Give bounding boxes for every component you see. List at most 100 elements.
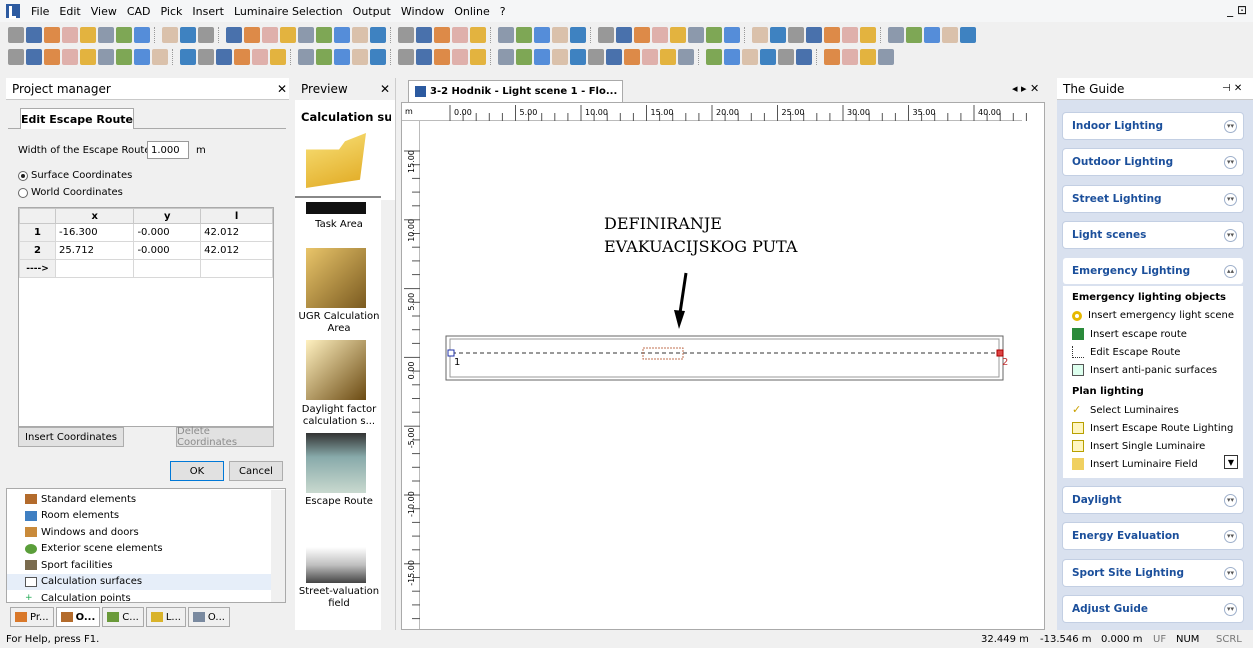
- toolbar-button-icon[interactable]: [370, 48, 386, 65]
- toolbar-button-icon[interactable]: [942, 26, 958, 43]
- tab-luminaires[interactable]: L...: [145, 607, 186, 627]
- preview-close-icon[interactable]: ✕: [380, 82, 390, 96]
- toolbar-button-icon[interactable]: [598, 26, 614, 43]
- cell-x[interactable]: [54, 259, 135, 278]
- guide-section-light-scenes[interactable]: Light scenes ▾▾: [1063, 222, 1243, 248]
- toolbar-button-icon[interactable]: [606, 48, 622, 65]
- guide-link-escape-route-lighting[interactable]: Insert Escape Route Lighting: [1072, 422, 1233, 434]
- toolbar-button-icon[interactable]: [44, 48, 60, 65]
- preview-item-street[interactable]: Street-valuation field: [297, 586, 381, 610]
- toolbar-button-icon[interactable]: [688, 26, 704, 43]
- expand-chevron-icon[interactable]: ▾▾: [1224, 493, 1237, 507]
- drawing-tab[interactable]: 3-2 Hodnik - Light scene 1 - Flo...: [408, 80, 623, 102]
- toolbar-button-icon[interactable]: [134, 26, 150, 43]
- toolbar-button-icon[interactable]: [498, 48, 514, 65]
- preview-item-task-area[interactable]: Task Area: [297, 219, 381, 231]
- expand-chevron-icon[interactable]: ▾▾: [1224, 119, 1237, 133]
- expand-chevron-icon[interactable]: ▾▾: [1224, 228, 1237, 242]
- toolbar-button-icon[interactable]: [416, 48, 432, 65]
- menu-pick[interactable]: Pick: [156, 5, 188, 18]
- toolbar-button-icon[interactable]: [98, 48, 114, 65]
- tab-objects[interactable]: O...: [55, 607, 101, 627]
- toolbar-button-icon[interactable]: [180, 26, 196, 43]
- menu-edit[interactable]: Edit: [54, 5, 85, 18]
- toolbar-button-icon[interactable]: [670, 26, 686, 43]
- guide-section-sport[interactable]: Sport Site Lighting ▾▾: [1063, 560, 1243, 586]
- guide-link-single-luminaire[interactable]: Insert Single Luminaire: [1072, 440, 1205, 452]
- delete-coordinates-button[interactable]: Delete Coordinates: [176, 426, 274, 448]
- toolbar-button-icon[interactable]: [226, 26, 242, 43]
- toolbar-button-icon[interactable]: [298, 48, 314, 65]
- tree-item-room-elements[interactable]: Room elements: [7, 508, 285, 525]
- menu-online[interactable]: Online: [449, 5, 494, 18]
- toolbar-button-icon[interactable]: [152, 48, 168, 65]
- toolbar-button-icon[interactable]: [316, 26, 332, 43]
- guide-section-street[interactable]: Street Lighting ▾▾: [1063, 186, 1243, 212]
- toolbar-button-icon[interactable]: [452, 26, 468, 43]
- guide-link-edit-escape-route[interactable]: Edit Escape Route: [1072, 346, 1180, 358]
- guide-section-indoor[interactable]: Indoor Lighting ▾▾: [1063, 113, 1243, 139]
- tree-item-exterior[interactable]: Exterior scene elements: [7, 541, 285, 558]
- menu-insert[interactable]: Insert: [187, 5, 229, 18]
- toolbar-button-icon[interactable]: [434, 26, 450, 43]
- ugr-area-thumbnail[interactable]: [306, 248, 366, 308]
- toolbar-button-icon[interactable]: [516, 26, 532, 43]
- tab-project[interactable]: Pr...: [10, 607, 54, 627]
- toolbar-button-icon[interactable]: [44, 26, 60, 43]
- toolbar-button-icon[interactable]: [652, 26, 668, 43]
- toolbar-button-icon[interactable]: [624, 48, 640, 65]
- guide-link-anti-panic[interactable]: Insert anti-panic surfaces: [1072, 364, 1217, 376]
- toolbar-button-icon[interactable]: [134, 48, 150, 65]
- route-point-handle[interactable]: [996, 349, 1004, 357]
- guide-section-daylight[interactable]: Daylight ▾▾: [1063, 487, 1243, 513]
- toolbar-button-icon[interactable]: [552, 26, 568, 43]
- preview-item-escape-route[interactable]: Escape Route: [297, 496, 381, 508]
- toolbar-button-icon[interactable]: [724, 48, 740, 65]
- coordinates-grid[interactable]: x y l 1 -16.300 -0.000 42.012 2 25.712 -…: [18, 207, 274, 427]
- toolbar-button-icon[interactable]: [824, 48, 840, 65]
- pm-close-icon[interactable]: ✕: [277, 82, 287, 96]
- cell-y[interactable]: -0.000: [133, 241, 202, 260]
- toolbar-button-icon[interactable]: [452, 48, 468, 65]
- toolbar-button-icon[interactable]: [252, 48, 268, 65]
- tree-item-standard-elements[interactable]: Standard elements: [7, 491, 285, 508]
- menu-help[interactable]: ?: [495, 5, 511, 18]
- toolbar-button-icon[interactable]: [760, 48, 776, 65]
- toolbar-button-icon[interactable]: [416, 26, 432, 43]
- toolbar-button-icon[interactable]: [116, 48, 132, 65]
- toolbar-button-icon[interactable]: [8, 26, 24, 43]
- toolbar-button-icon[interactable]: [570, 48, 586, 65]
- expand-chevron-icon[interactable]: ▾▾: [1224, 602, 1237, 616]
- tab-output[interactable]: O...: [187, 607, 230, 627]
- expand-chevron-icon[interactable]: ▾▾: [1224, 192, 1237, 206]
- toolbar-button-icon[interactable]: [26, 48, 42, 65]
- toolbar-button-icon[interactable]: [516, 48, 532, 65]
- preview-item-daylight[interactable]: Daylight factor calculation s...: [297, 404, 381, 428]
- menu-cad[interactable]: CAD: [122, 5, 156, 18]
- cell-x[interactable]: 25.712: [54, 241, 135, 260]
- toolbar-button-icon[interactable]: [924, 26, 940, 43]
- toolbar-button-icon[interactable]: [888, 26, 904, 43]
- toolbar-button-icon[interactable]: [552, 48, 568, 65]
- escape-route-outline[interactable]: [445, 335, 1004, 381]
- toolbar-button-icon[interactable]: [80, 26, 96, 43]
- collapse-chevron-icon[interactable]: ▴▴: [1224, 264, 1237, 278]
- toolbar-button-icon[interactable]: [788, 26, 804, 43]
- new-row[interactable]: ---->: [19, 259, 273, 278]
- toolbar-button-icon[interactable]: [80, 48, 96, 65]
- toolbar-button-icon[interactable]: [842, 48, 858, 65]
- toolbar-button-icon[interactable]: [26, 26, 42, 43]
- toolbar-button-icon[interactable]: [262, 26, 278, 43]
- preview-item-ugr[interactable]: UGR Calculation Area: [297, 311, 381, 335]
- expand-chevron-icon[interactable]: ▾▾: [1224, 155, 1237, 169]
- guide-link-emergency-scene[interactable]: Insert emergency light scene: [1072, 310, 1234, 321]
- table-row[interactable]: 2 25.712 -0.000 42.012: [19, 241, 273, 260]
- toolbar-button-icon[interactable]: [752, 26, 768, 43]
- toolbar-button-icon[interactable]: [198, 26, 214, 43]
- preview-scrollbar[interactable]: [381, 200, 395, 630]
- tab-nav-icon[interactable]: ◂ ▸ ✕: [1012, 82, 1039, 95]
- tab-edit-escape-route[interactable]: Edit Escape Route: [20, 108, 134, 129]
- toolbar-button-icon[interactable]: [878, 48, 894, 65]
- expand-chevron-icon[interactable]: ▾▾: [1224, 529, 1237, 543]
- toolbar-button-icon[interactable]: [280, 26, 296, 43]
